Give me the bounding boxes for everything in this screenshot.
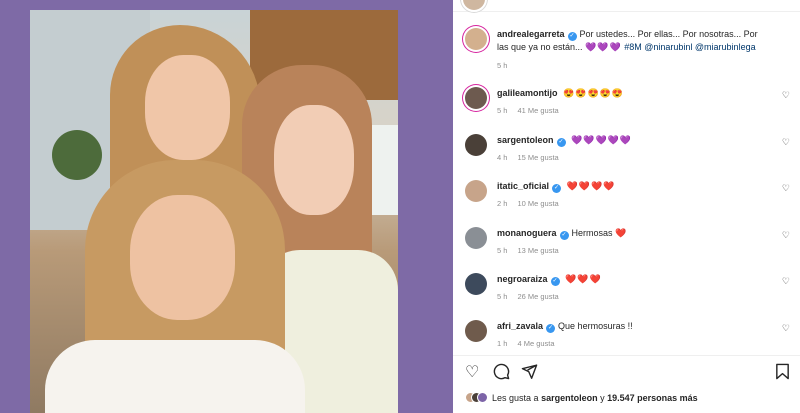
comment-body: Que hermosuras !! <box>558 321 633 331</box>
comment-item: monanoguera ✓ Hermosas ❤️ 5 h 13 Me gusta ♡ <box>465 227 790 259</box>
comment-text: itatic_oficial ✓ ❤️❤️❤️❤️ <box>497 180 767 193</box>
comment-username[interactable]: sargentoleon <box>497 135 554 145</box>
post-header <box>453 0 800 12</box>
comment-likes[interactable]: 4 Me gusta <box>517 339 554 348</box>
post-photo[interactable] <box>30 10 398 413</box>
actions-divider <box>453 355 800 356</box>
photo-person-left-face <box>145 55 230 160</box>
comment-item: negroaraiza ✓ ❤️❤️❤️ 5 h 26 Me gusta ♡ <box>465 273 790 305</box>
likes-middle: y <box>600 393 605 403</box>
comment-meta: 5 h 41 Me gusta <box>497 106 569 115</box>
comments-panel: andrealegarreta ✓ Por ustedes... Por ellas… <box>453 0 800 413</box>
comment-like-heart-icon[interactable]: ♡ <box>782 276 790 287</box>
photo-plant <box>52 130 102 180</box>
heart-icon[interactable]: ♡ <box>465 363 479 383</box>
caption-time[interactable]: 5 h <box>497 61 507 70</box>
comment-likes[interactable]: 41 Me gusta <box>517 106 558 115</box>
caption-emojis: 💜💜💜 <box>585 42 622 52</box>
comment-text: galileamontijo 😍😍😍😍😍 <box>497 87 767 99</box>
comment-like-heart-icon[interactable]: ♡ <box>782 230 790 241</box>
verified-badge-icon: ✓ <box>567 32 577 41</box>
comment-username[interactable]: itatic_oficial <box>497 181 549 191</box>
comment-bubble-icon[interactable] <box>493 363 510 383</box>
comment-like-heart-icon[interactable]: ♡ <box>782 137 790 148</box>
caption-mentions[interactable]: @ninarubinl @miarubinlega <box>644 42 755 52</box>
comment-item: sargentoleon ✓ 💜💜💜💜💜 4 h 15 Me gusta ♡ <box>465 134 790 166</box>
avatar[interactable] <box>465 134 487 156</box>
avatar[interactable] <box>465 28 487 50</box>
comment-text: negroaraiza ✓ ❤️❤️❤️ <box>497 273 767 286</box>
comment-username[interactable]: galileamontijo <box>497 88 558 98</box>
comment-emojis: 😍😍😍😍😍 <box>563 88 625 98</box>
verified-badge-icon: ✓ <box>546 324 556 333</box>
comment-time[interactable]: 4 h <box>497 153 507 162</box>
comment-username[interactable]: afri_zavala <box>497 321 543 331</box>
avatar[interactable] <box>465 273 487 295</box>
comment-item: afri_zavala ✓ Que hermosuras !! 1 h 4 Me gu… <box>465 320 790 352</box>
comment-body: Hermosas <box>571 228 613 238</box>
post-image-panel <box>0 0 453 413</box>
comment-time[interactable]: 5 h <box>497 106 507 115</box>
avatar[interactable] <box>465 227 487 249</box>
likes-prefix: Les gusta a <box>492 393 539 403</box>
comment-text: sargentoleon ✓ 💜💜💜💜💜 <box>497 134 767 147</box>
bookmark-icon[interactable] <box>775 363 790 383</box>
comment-meta: 1 h 4 Me gusta <box>497 339 565 348</box>
avatar[interactable] <box>465 87 487 109</box>
comment-likes[interactable]: 10 Me gusta <box>517 199 558 208</box>
liker-avatar[interactable] <box>477 392 488 403</box>
caption-meta: 5 h <box>497 61 517 70</box>
comment-emojis: ❤️❤️❤️ <box>565 274 602 284</box>
comment-time[interactable]: 2 h <box>497 199 507 208</box>
comment-username[interactable]: negroaraiza <box>497 274 548 284</box>
comment-like-heart-icon[interactable]: ♡ <box>782 90 790 101</box>
photo-person-front-face <box>130 195 235 320</box>
comment-like-heart-icon[interactable]: ♡ <box>782 323 790 334</box>
verified-badge-icon: ✓ <box>556 138 566 147</box>
comment-meta: 4 h 15 Me gusta <box>497 153 569 162</box>
comment-item: itatic_oficial ✓ ❤️❤️❤️❤️ 2 h 10 Me gusta … <box>465 180 790 212</box>
caption-username[interactable]: andrealegarreta <box>497 29 565 39</box>
avatar[interactable] <box>465 320 487 342</box>
comment-likes[interactable]: 26 Me gusta <box>517 292 558 301</box>
comment-meta: 2 h 10 Me gusta <box>497 199 569 208</box>
photo-person-front-top <box>45 340 305 413</box>
comment-time[interactable]: 5 h <box>497 292 507 301</box>
post-caption: andrealegarreta ✓ Por ustedes... Por ellas… <box>465 28 790 70</box>
header-avatar[interactable] <box>461 0 487 12</box>
comment-text: afri_zavala ✓ Que hermosuras !! <box>497 320 767 333</box>
comment-item: galileamontijo 😍😍😍😍😍 5 h 41 Me gusta ♡ <box>465 87 790 119</box>
avatar[interactable] <box>465 180 487 202</box>
verified-badge-icon: ✓ <box>559 231 569 240</box>
likes-summary: Les gusta a sargentoleon y 19.547 person… <box>465 392 698 403</box>
caption-text: andrealegarreta ✓ Por ustedes... Por ellas… <box>497 28 767 53</box>
caption-hashtag[interactable]: #8M <box>624 42 642 52</box>
comment-text: monanoguera ✓ Hermosas ❤️ <box>497 227 767 240</box>
comment-time[interactable]: 1 h <box>497 339 507 348</box>
comment-meta: 5 h 13 Me gusta <box>497 246 569 255</box>
post-actions-bar: ♡ <box>465 363 790 383</box>
comment-emojis: ❤️ <box>615 228 628 238</box>
verified-badge-icon: ✓ <box>550 277 560 286</box>
comment-meta: 5 h 26 Me gusta <box>497 292 569 301</box>
photo-person-right-face <box>274 105 354 215</box>
verified-badge-icon: ✓ <box>552 184 562 193</box>
comment-username[interactable]: monanoguera <box>497 228 557 238</box>
comment-like-heart-icon[interactable]: ♡ <box>782 183 790 194</box>
likes-count[interactable]: 19.547 personas más <box>607 393 698 403</box>
comment-emojis: ❤️❤️❤️❤️ <box>566 181 616 191</box>
likes-user[interactable]: sargentoleon <box>541 393 598 403</box>
comment-likes[interactable]: 15 Me gusta <box>517 153 558 162</box>
comment-time[interactable]: 5 h <box>497 246 507 255</box>
paper-plane-icon[interactable] <box>521 363 538 383</box>
comment-emojis: 💜💜💜💜💜 <box>571 135 633 145</box>
comment-likes[interactable]: 13 Me gusta <box>517 246 558 255</box>
